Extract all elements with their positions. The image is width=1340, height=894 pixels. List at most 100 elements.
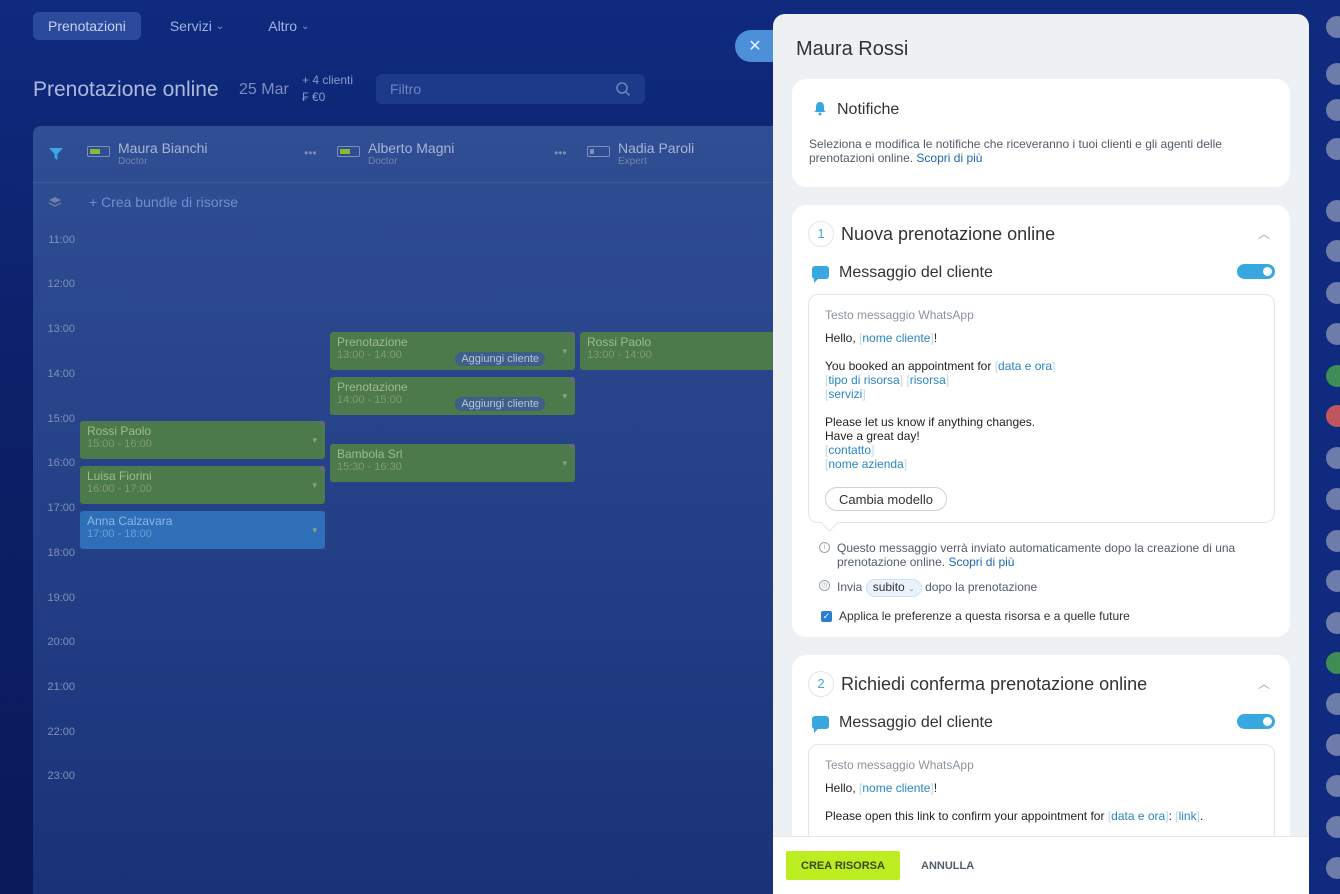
avatar[interactable] [1326,734,1340,756]
resource-name: Maura Bianchi [118,140,208,156]
template-label: Testo messaggio WhatsApp [825,758,974,772]
template-line: Please let us know if anything changes. [825,415,1036,429]
layers-icon [48,197,62,207]
avatar[interactable] [1326,693,1340,715]
hour-label: 18:00 [47,547,75,559]
app-icon[interactable] [1326,138,1340,160]
section-title: Richiedi conferma prenotazione online [841,674,1148,694]
learn-more-link[interactable]: Scopri di più [916,151,982,165]
learn-more-link[interactable]: Scopri di più [948,555,1014,569]
avatar[interactable] [1326,16,1340,38]
app-icon[interactable] [1326,816,1340,838]
app-icon[interactable] [1326,570,1340,592]
message-title: Messaggio del cliente [839,714,993,731]
message-template[interactable]: Testo messaggio WhatsApp Hello, nome cli… [808,294,1275,523]
phone-icon[interactable] [1326,323,1340,345]
chevron-up-icon[interactable]: ︿ [1258,225,1270,242]
more-icon[interactable]: ••• [304,146,317,160]
app-icon[interactable] [1326,99,1340,121]
tab-label: Prenotazioni [48,18,126,34]
app-icon[interactable] [1326,447,1340,469]
check-icon: ✓ [318,421,325,426]
resource-role: Expert [618,156,647,167]
token: data e ora [995,359,1056,373]
template-line: Have a great day! [825,429,920,443]
chat-icon [812,266,829,283]
hour-label: 15:00 [47,413,75,425]
resource-name: Alberto Magni [368,140,455,156]
chevron-down-icon[interactable]: ▾ [562,346,567,357]
chevron-up-icon[interactable]: ︿ [1258,675,1270,692]
event-title: Luisa Fiorini [87,469,152,483]
avatar[interactable] [1326,775,1340,797]
event-title: Rossi Paolo [87,424,152,438]
cancel-button[interactable]: ANNULLA [921,851,974,880]
tab-altro[interactable]: Altro ⌄ [253,12,324,40]
hour-label: 21:00 [47,681,75,693]
tab-label: Altro [268,18,298,34]
add-client-button[interactable]: Aggiungi cliente [455,397,545,411]
chevron-down-icon[interactable]: ▾ [562,391,567,402]
change-template-button[interactable]: Cambia modello [825,487,947,511]
message-toggle[interactable] [1237,264,1275,279]
app-icon[interactable] [1326,612,1340,634]
chat-icon [812,716,829,733]
calendar-event[interactable]: Luisa Fiorini 16:00 - 17:00 ▾ ✓ [80,466,325,504]
send-timing-select[interactable]: subito ⌄ [865,579,922,597]
filter-placeholder: Filtro [390,81,422,97]
add-client-button[interactable]: Aggiungi cliente [455,352,545,366]
event-title: Prenotazione [337,380,408,394]
tab-prenotazioni[interactable]: Prenotazioni [33,12,141,40]
resource-header[interactable]: Maura Bianchi Doctor [87,140,208,170]
avatar[interactable] [1326,405,1340,427]
app-icon[interactable] [1326,857,1340,879]
calendar-event[interactable]: Rossi Paolo 13:00 - 14:00 [580,332,793,370]
calendar-event[interactable]: Prenotazione 13:00 - 14:00 Aggiungi clie… [330,332,575,370]
close-icon: ✕ [748,38,762,55]
template-line: Hello, nome cliente! [825,331,937,345]
resource-header[interactable]: Alberto Magni Doctor [337,140,454,170]
resource-header[interactable]: Nadia Paroli Expert [587,140,694,170]
more-icon[interactable]: ••• [554,146,567,160]
filter-funnel-icon[interactable] [48,147,64,161]
avatar[interactable] [1326,530,1340,552]
create-bundle-link[interactable]: + Crea bundle di risorse [89,194,238,210]
chevron-down-icon[interactable]: ▾ [562,458,567,469]
booking-stats: + 4 clienti ₣ €0 [302,72,353,106]
section-title: Nuova prenotazione online [841,224,1056,244]
info-note: i Questo messaggio verrà inviato automat… [819,541,1269,569]
app-icon[interactable] [1326,488,1340,510]
create-resource-button[interactable]: CREA RISORSA [786,851,900,880]
event-time: 15:00 - 16:00 [87,438,152,450]
chevron-down-icon[interactable]: ▾ [312,480,317,491]
check-icon: ✓ [318,466,325,471]
filter-input[interactable]: Filtro [376,74,645,104]
hour-label: 16:00 [47,457,75,469]
avatar[interactable] [1326,200,1340,222]
calendar-event[interactable]: Prenotazione 14:00 - 15:00 Aggiungi clie… [330,377,575,415]
message-toggle[interactable] [1237,714,1275,729]
calendar-event[interactable]: Bambola Srl 15:30 - 16:30 ▾ ✓ [330,444,575,482]
token: risorsa [906,373,949,387]
top-nav: Prenotazioni Servizi ⌄ Altro ⌄ [33,12,324,40]
hour-label: 22:00 [47,726,75,738]
token: data e ora [1108,809,1169,823]
chevron-down-icon[interactable]: ▾ [312,435,317,446]
close-slider-button[interactable]: ✕ [735,30,775,62]
calendar-event[interactable]: Anna Calzavara 17:00 - 18:00 ▾ [80,511,325,549]
event-time: 16:00 - 17:00 [87,483,152,495]
token: nome cliente [859,331,934,345]
token: nome cliente [859,781,934,795]
chevron-down-icon[interactable]: ▾ [312,525,317,536]
tab-servizi[interactable]: Servizi ⌄ [155,12,239,40]
event-time: 15:30 - 16:30 [337,461,402,473]
avatar[interactable] [1326,240,1340,262]
template-line: tipo di risorsa risorsa [825,373,949,387]
hour-label: 11:00 [48,234,75,246]
app-icon[interactable] [1326,365,1340,387]
bell-icon[interactable] [1326,63,1340,85]
avatar[interactable] [1326,282,1340,304]
calendar-event[interactable]: Rossi Paolo 15:00 - 16:00 ▾ ✓ [80,421,325,459]
phone-icon[interactable] [1326,652,1340,674]
apply-preferences-checkbox[interactable]: ✓ [821,611,832,622]
